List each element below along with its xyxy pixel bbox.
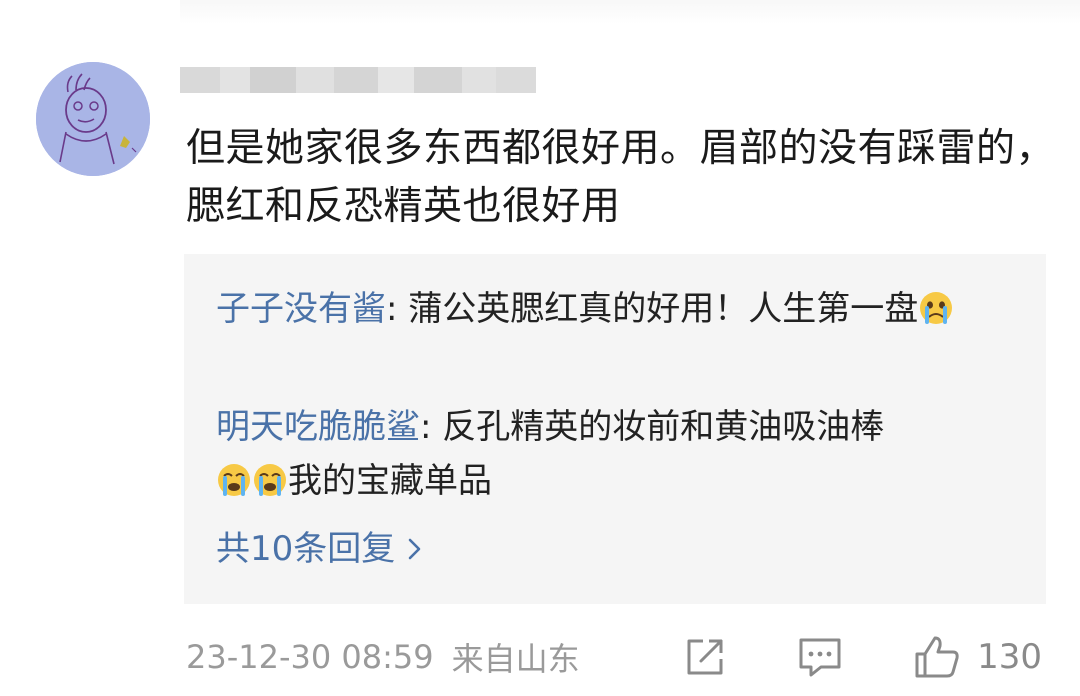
avatar[interactable] [36, 62, 150, 176]
blurred-name-pixels [180, 58, 536, 102]
reply-username[interactable]: 子子没有酱 [216, 289, 386, 329]
top-divider-fade [180, 0, 1080, 24]
reply-text-tail: 我的宝藏单品 [288, 461, 492, 501]
reply-separator: : [420, 407, 443, 447]
reply-text: 反孔精英的妆前和黄油吸油棒 [442, 407, 885, 447]
comment-footer: 23-12-30 08:59 来自山东 130 [186, 630, 1056, 684]
crying-face-icon [920, 292, 953, 324]
avatar-drawing-icon [36, 62, 150, 176]
crying-face-icon [254, 464, 286, 496]
reply-preview-box[interactable]: 子子没有酱: 蒲公英腮红真的好用！人生第一盘 明天吃脆脆鲨: 反孔精英的妆前和黄… [184, 254, 1046, 604]
comment-timestamp: 23-12-30 08:59 [186, 638, 434, 676]
share-icon [687, 639, 723, 675]
reply-text: 蒲公英腮红真的好用！人生第一盘 [408, 289, 919, 329]
more-replies-label: 共10条回复 [216, 529, 396, 569]
crying-face-icon [218, 464, 250, 496]
comment-icon [799, 638, 841, 677]
reply-separator: : [386, 289, 409, 329]
comment-actions: 130 [683, 630, 1042, 684]
comment-body: 但是她家很多东西都很好用。眉部的没有踩雷的，腮红和反恐精英也很好用 [186, 126, 1056, 229]
reply-item[interactable]: 子子没有酱: 蒲公英腮红真的好用！人生第一盘 [216, 282, 1016, 336]
chevron-right-icon [408, 538, 421, 560]
comment-location: 来自山东 [451, 640, 580, 678]
reply-button[interactable] [797, 635, 843, 679]
comment-screen: 但是她家很多东西都很好用。眉部的没有踩雷的，腮红和反恐精英也很好用 子子没有酱:… [0, 0, 1080, 696]
thumbs-up-icon [913, 634, 961, 680]
view-all-replies-link[interactable]: 共10条回复 [216, 522, 425, 576]
like-button[interactable]: 130 [913, 634, 1042, 680]
username-blurred[interactable] [180, 58, 540, 102]
reply-username[interactable]: 明天吃脆脆鲨 [216, 407, 420, 447]
share-button[interactable] [683, 635, 727, 679]
like-count: 130 [977, 637, 1042, 677]
reply-item[interactable]: 明天吃脆脆鲨: 反孔精英的妆前和黄油吸油棒 我的宝藏单品 [216, 400, 1016, 508]
